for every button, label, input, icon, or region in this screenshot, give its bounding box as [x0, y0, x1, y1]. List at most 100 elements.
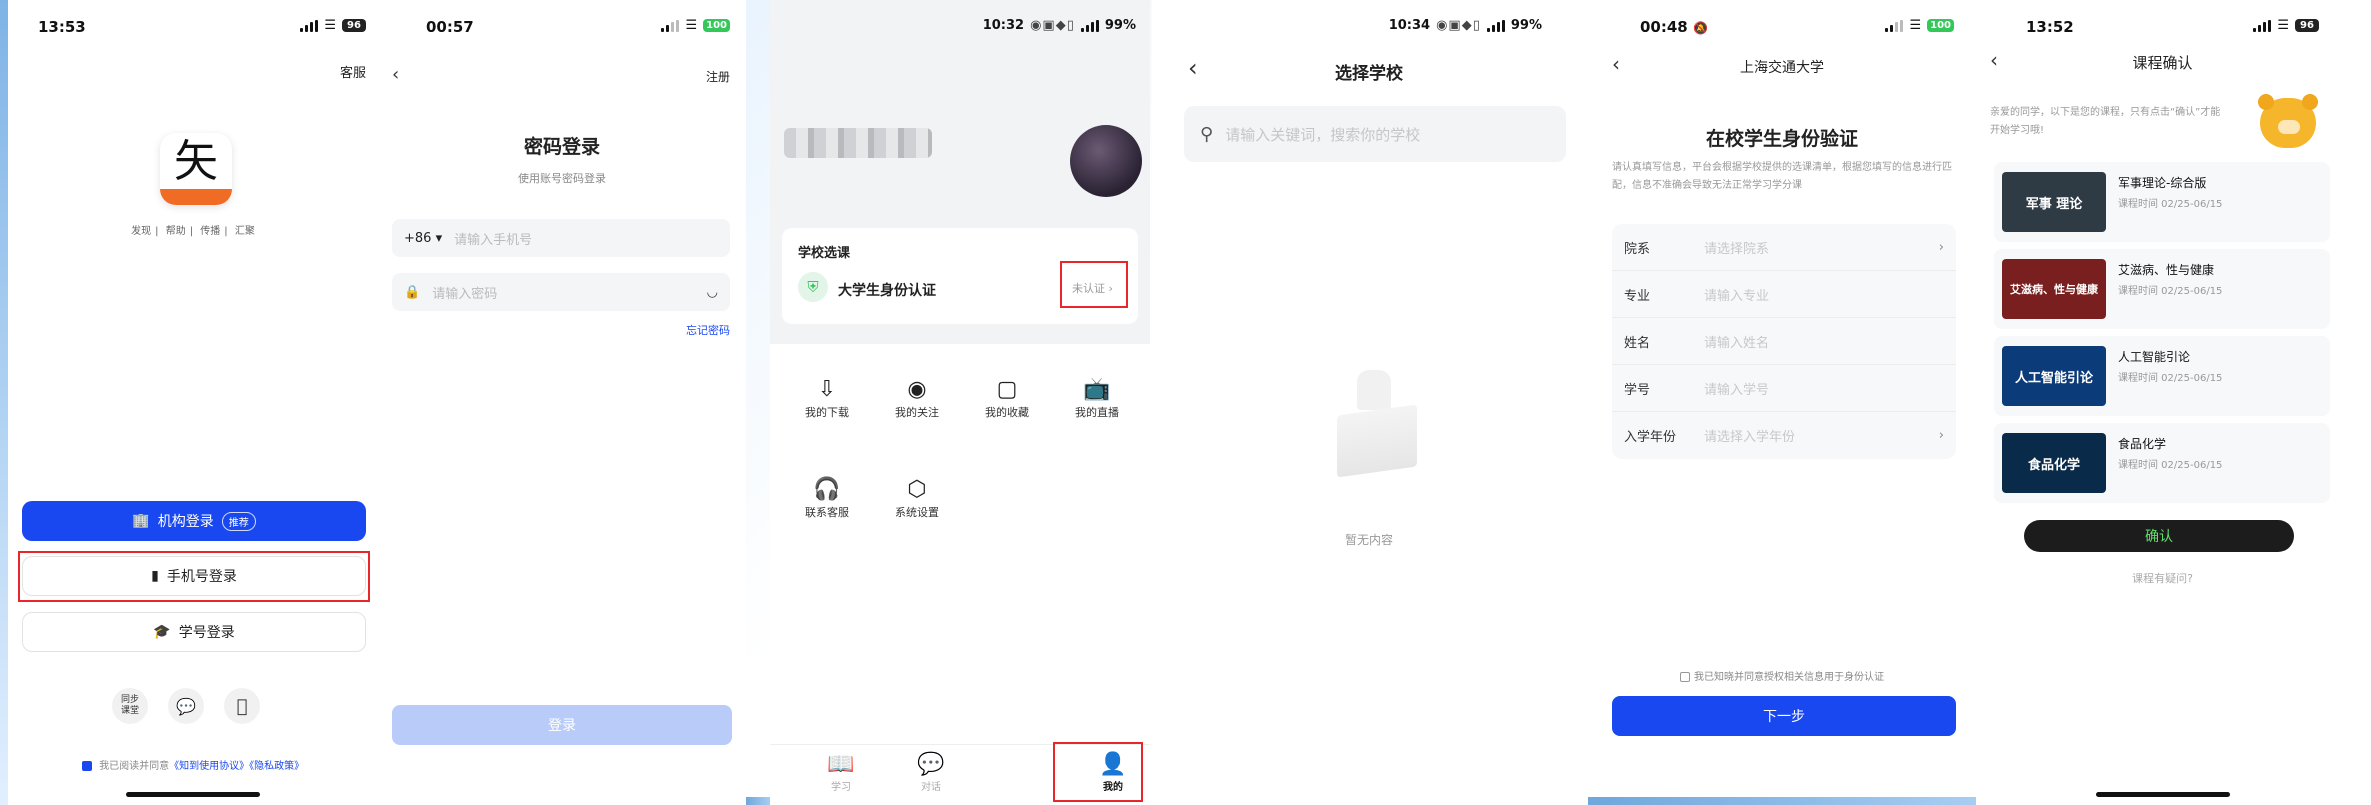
institution-login-button[interactable]: 🏢 机构登录 推荐: [22, 501, 366, 541]
battery-icon: 99%: [1510, 18, 1542, 33]
page-title: 在校学生身份验证: [1705, 128, 1858, 150]
empty-box-illustration: [1337, 370, 1427, 480]
school-header: 上海交通大学: [1740, 60, 1824, 76]
signal-icon: [1080, 19, 1099, 32]
status-symbols: ◉▣◆▯: [1030, 18, 1075, 33]
collect-icon: ▢: [996, 377, 1018, 402]
signal-icon: [1885, 19, 1904, 32]
course-confirm-screen: 13:52 ☰ 96 ‹ 课程确认 亲爱的同学，以下是您的课程，只有点击“确认”…: [1976, 0, 2349, 805]
wifi-icon: ☰: [2277, 18, 2289, 33]
agree-checkbox[interactable]: [81, 761, 92, 771]
home-indicator: [126, 792, 260, 797]
password-input[interactable]: 请输入密码: [432, 283, 706, 302]
identity-verify-screen: 00:48 🔕 ☰ 100 ‹ 上海交通大学 在校学生身份验证 请认真填写信息，…: [1588, 0, 1976, 805]
status-icons: ☰ 96: [2253, 18, 2319, 33]
eye-icon: ◉: [907, 377, 927, 402]
course-thumbnail: 食品化学: [2002, 433, 2106, 493]
app-logo: 矢: [160, 133, 232, 205]
status-time: 13:52: [2026, 18, 2074, 36]
eye-closed-icon[interactable]: ◡: [707, 285, 718, 300]
wechat-icon[interactable]: 💬: [168, 688, 204, 724]
decorative-strip: [746, 797, 770, 805]
course-name: 军事理论-综合版: [2118, 176, 2207, 190]
consent-checkbox[interactable]: [1680, 672, 1690, 682]
confirm-button[interactable]: 确认: [2024, 520, 2294, 552]
next-button[interactable]: 下一步: [1612, 696, 1956, 736]
password-field[interactable]: 🔒 请输入密码 ◡: [392, 273, 730, 311]
name-field[interactable]: 姓名 请输入姓名: [1612, 318, 1956, 365]
student-id-login-button[interactable]: 🎓 学号登录: [22, 612, 366, 652]
tv-icon: 📺: [1083, 377, 1111, 402]
battery-icon: 100: [1927, 19, 1954, 32]
sync-classroom-button[interactable]: 同步 课堂: [112, 688, 148, 724]
student-id-field[interactable]: 学号 请输入学号: [1612, 365, 1956, 412]
phone-input[interactable]: 请输入手机号: [454, 229, 532, 248]
support-menu-item[interactable]: 🎧 联系客服: [787, 476, 867, 520]
wifi-icon: ☰: [1909, 18, 1922, 33]
mute-icon: 🔕: [1692, 21, 1708, 35]
course-card[interactable]: 食品化学 食品化学 课程时间 02/25-06/15: [1994, 423, 2330, 503]
shield-icon: ⛨: [798, 272, 828, 302]
book-icon: 📖: [827, 752, 855, 777]
course-thumbnail: 艾滋病、性与健康: [2002, 259, 2106, 319]
decorative-strip: [1588, 797, 1976, 805]
battery-icon: 100: [703, 19, 730, 32]
signal-icon: [661, 19, 680, 32]
enroll-year-select[interactable]: 入学年份 请选择入学年份 ›: [1612, 412, 1956, 459]
course-name: 食品化学: [2118, 437, 2167, 451]
select-school-screen: 10:34 ◉▣◆▯ 99% ‹ 选择学校 ⚲ 请输入关键词，搜索你的学校 暂无…: [1152, 0, 1586, 805]
status-time: 00:48 🔕: [1640, 18, 1708, 36]
download-menu-item[interactable]: ⇩ 我的下载: [787, 376, 867, 420]
signal-icon: [1486, 19, 1505, 32]
major-field[interactable]: 专业 请输入专业: [1612, 271, 1956, 318]
avatar[interactable]: [1070, 125, 1142, 197]
tab-chat[interactable]: 💬 对话: [901, 752, 961, 793]
settings-icon: ⬡: [907, 477, 927, 502]
live-menu-item[interactable]: 📺 我的直播: [1057, 376, 1137, 420]
tab-study[interactable]: 📖 学习: [811, 752, 871, 793]
status-icons: ☰ 100: [1885, 18, 1954, 33]
school-search[interactable]: ⚲ 请输入关键词，搜索你的学校: [1184, 106, 1566, 162]
chat-icon: 💬: [917, 752, 945, 777]
back-icon[interactable]: ‹: [392, 64, 399, 85]
course-name: 人工智能引论: [2118, 350, 2191, 364]
status-icons: ☰ 100: [661, 18, 730, 33]
signal-icon: [2253, 19, 2272, 32]
forgot-password-link[interactable]: 忘记密码: [686, 322, 730, 338]
blurred-username: [784, 128, 932, 158]
apple-icon[interactable]: : [224, 688, 260, 724]
course-time: 课程时间 02/25-06/15: [2118, 373, 2223, 384]
collect-menu-item[interactable]: ▢ 我的收藏: [967, 376, 1047, 420]
course-card[interactable]: 军事 理论 军事理论-综合版 课程时间 02/25-06/15: [1994, 162, 2330, 242]
country-code-select[interactable]: +86 ▾: [404, 231, 442, 246]
agreement-links[interactable]: 《知到使用协议》《隐私政策》: [169, 761, 304, 772]
course-thumbnail: 军事 理论: [2002, 172, 2106, 232]
phone-field[interactable]: +86 ▾ 请输入手机号: [392, 219, 730, 257]
department-select[interactable]: 院系 请选择院系 ›: [1612, 224, 1956, 271]
school-course-card: 学校选课 ⛨ 大学生身份认证 未认证 ›: [782, 228, 1138, 324]
bear-mascot: [2250, 90, 2324, 156]
graduation-cap-icon: 🎓: [153, 624, 171, 640]
status-symbols: ◉▣◆▯: [1436, 18, 1481, 33]
settings-menu-item[interactable]: ⬡ 系统设置: [877, 476, 957, 520]
course-time: 课程时间 02/25-06/15: [2118, 286, 2223, 297]
customer-service-link[interactable]: 客服: [340, 62, 366, 81]
highlight-box: [18, 551, 370, 602]
login-button[interactable]: 登录: [392, 705, 732, 745]
consent: 我已知晓并同意授权相关信息用于身份认证: [1588, 668, 1976, 683]
follow-menu-item[interactable]: ◉ 我的关注: [877, 376, 957, 420]
status-icons: ☰ 96: [300, 18, 366, 33]
course-card[interactable]: 人工智能引论 人工智能引论 课程时间 02/25-06/15: [1994, 336, 2330, 416]
search-input[interactable]: 请输入关键词，搜索你的学校: [1225, 124, 1420, 145]
page-title: 选择学校: [1335, 64, 1403, 84]
course-question-link[interactable]: 课程有疑问?: [1976, 570, 2349, 586]
lock-icon: 🔒: [404, 284, 421, 300]
course-time: 课程时间 02/25-06/15: [2118, 199, 2223, 210]
highlight-box: [1060, 261, 1128, 308]
register-link[interactable]: 注册: [706, 68, 730, 85]
headset-icon: 🎧: [813, 477, 841, 502]
highlight-box: [1053, 742, 1143, 802]
status-icons: 10:34 ◉▣◆▯ 99%: [1389, 18, 1542, 33]
empty-text: 暂无内容: [1344, 533, 1393, 547]
course-card[interactable]: 艾滋病、性与健康 艾滋病、性与健康 课程时间 02/25-06/15: [1994, 249, 2330, 329]
